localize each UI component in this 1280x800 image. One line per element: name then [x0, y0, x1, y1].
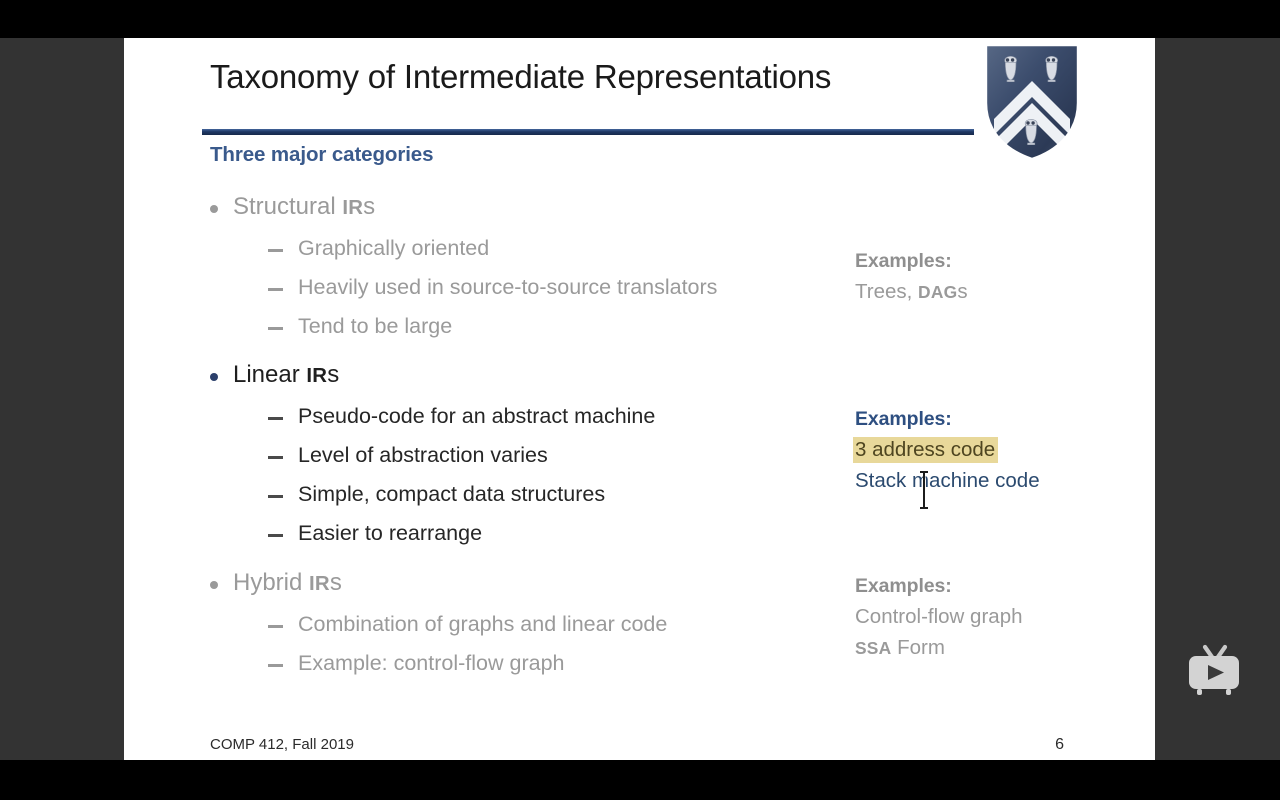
outline-group-structural[interactable]: Structural IRs Graphically oriented Heav… [202, 188, 802, 347]
dash-bullet-icon [268, 249, 283, 252]
outline-level1-structural[interactable]: Structural IRs [202, 188, 802, 230]
dash-bullet-icon [268, 288, 283, 291]
examples-heading: Examples: [855, 408, 952, 430]
examples-line[interactable]: Stack machine code [855, 465, 1115, 496]
presentation-slide[interactable]: Taxonomy of Intermediate Representations… [124, 38, 1155, 760]
rice-university-shield-icon [982, 41, 1082, 163]
examples-line: SSA Form [855, 636, 945, 659]
dash-bullet-icon [268, 534, 283, 537]
examples-line: Control-flow graph [855, 605, 1023, 628]
outline-level1-hybrid[interactable]: Hybrid IRs [202, 564, 802, 606]
highlighted-text: 3 address code [853, 437, 999, 463]
list-item[interactable]: Combination of graphs and linear code [202, 606, 802, 645]
tv-play-icon[interactable] [1183, 644, 1245, 702]
section-heading: Three major categories [210, 143, 434, 166]
text-ibeam-cursor [918, 469, 930, 511]
examples-heading: Examples: [855, 250, 952, 272]
outline-level2-label: Pseudo-code for an abstract machine [298, 404, 656, 428]
outline-level2-label: Level of abstraction varies [298, 443, 548, 467]
outline-level2-label: Easier to rearrange [298, 521, 483, 545]
examples-heading: Examples: [855, 575, 952, 597]
outline-level2-label: Heavily used in source-to-source transla… [298, 275, 718, 299]
outline-group-hybrid[interactable]: Hybrid IRs Combination of graphs and lin… [202, 564, 802, 684]
dash-bullet-icon [268, 625, 283, 628]
dash-bullet-icon [268, 417, 283, 420]
title-divider-rule [202, 129, 974, 135]
video-player-viewer[interactable]: Taxonomy of Intermediate Representations… [0, 0, 1280, 800]
examples-block-structural: Examples: Trees, DAGs [855, 246, 1115, 308]
dash-bullet-icon [268, 327, 283, 330]
slide-page-number: 6 [1055, 736, 1064, 753]
outline-level1-linear[interactable]: Linear IRs [202, 356, 802, 398]
dash-bullet-icon [268, 664, 283, 667]
slide-footer-course: COMP 412, Fall 2019 [210, 736, 354, 753]
outline-group-linear[interactable]: Linear IRs Pseudo-code for an abstract m… [202, 356, 802, 554]
outline-level2-label: Tend to be large [298, 314, 453, 338]
list-item[interactable]: Simple, compact data structures [202, 476, 802, 515]
page-title: Taxonomy of Intermediate Representations [210, 58, 832, 95]
outline-level2-label: Combination of graphs and linear code [298, 612, 668, 636]
dash-bullet-icon [268, 495, 283, 498]
examples-line: Trees, DAGs [855, 280, 968, 303]
outline-level1-label: Linear IRs [233, 361, 340, 388]
bullet-dot-icon [210, 205, 218, 213]
examples-block-linear: Examples: 3 address code Stack machine c… [853, 404, 1115, 496]
dash-bullet-icon [268, 456, 283, 459]
examples-block-hybrid: Examples: Control-flow graph SSA Form [855, 571, 1115, 664]
list-item[interactable]: Example: control-flow graph [202, 645, 802, 684]
outline-level2-label: Simple, compact data structures [298, 482, 606, 506]
list-item[interactable]: Graphically oriented [202, 230, 802, 269]
bullet-dot-icon [210, 581, 218, 589]
list-item[interactable]: Easier to rearrange [202, 515, 802, 554]
examples-line-highlighted[interactable]: 3 address code [853, 434, 1115, 465]
outline-level2-label: Example: control-flow graph [298, 651, 565, 675]
list-item[interactable]: Pseudo-code for an abstract machine [202, 398, 802, 437]
outline-column: Structural IRs Graphically oriented Heav… [202, 188, 802, 684]
list-item[interactable]: Level of abstraction varies [202, 437, 802, 476]
outline-level2-label: Graphically oriented [298, 236, 490, 260]
outline-level1-label: Hybrid IRs [233, 569, 342, 596]
list-item[interactable]: Heavily used in source-to-source transla… [202, 269, 802, 308]
bullet-dot-icon [210, 373, 218, 381]
list-item[interactable]: Tend to be large [202, 308, 802, 347]
outline-level1-label: Structural IRs [233, 193, 376, 220]
